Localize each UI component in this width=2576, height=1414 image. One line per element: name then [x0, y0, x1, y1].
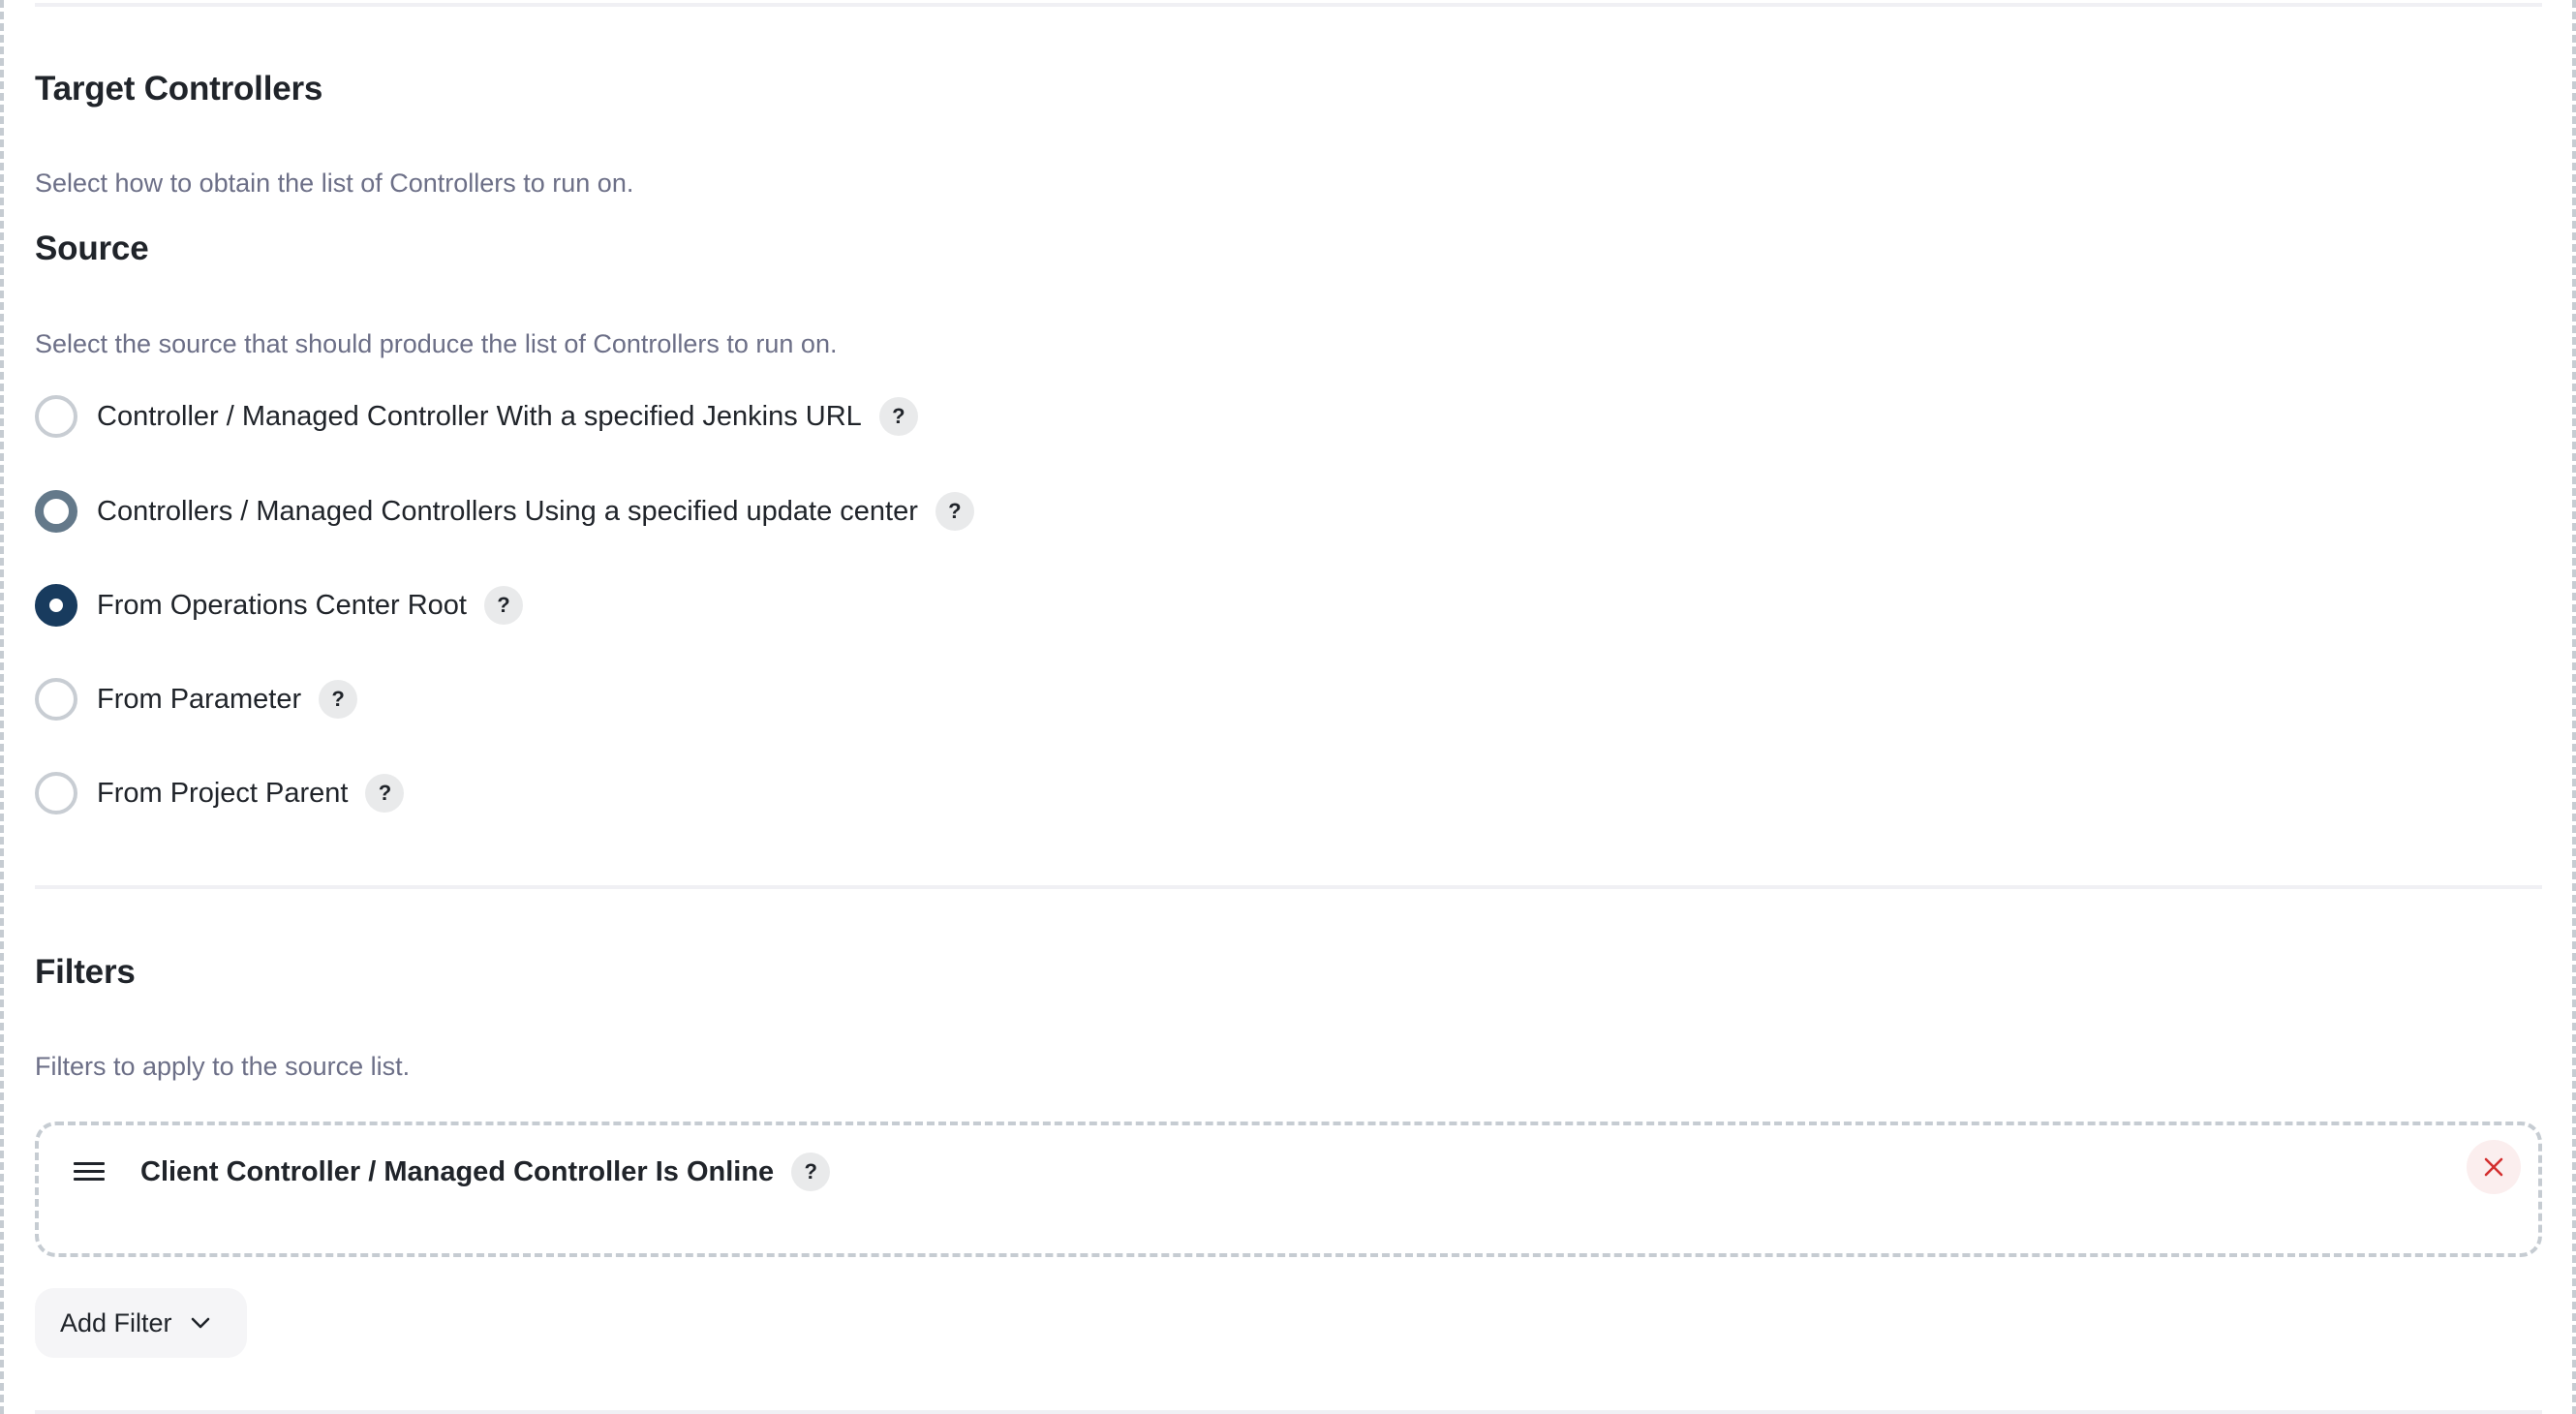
radio-button[interactable] [35, 395, 77, 438]
add-filter-label: Add Filter [60, 1307, 172, 1337]
section-divider-top [35, 3, 2542, 7]
section-divider [35, 885, 2542, 889]
source-description: Select the source that should produce th… [35, 329, 838, 358]
help-icon[interactable]: ? [791, 1153, 831, 1191]
filter-title-row: Client Controller / Managed Controller I… [140, 1151, 831, 1193]
source-option-project-parent[interactable]: From Project Parent ? [35, 772, 405, 815]
radio-button-checked[interactable] [35, 584, 77, 627]
radio-label: Controller / Managed Controller With a s… [97, 400, 862, 432]
help-icon[interactable]: ? [365, 774, 405, 813]
section-divider-bottom [35, 1410, 2542, 1414]
filter-item: Client Controller / Managed Controller I… [35, 1122, 2542, 1257]
page-dashed-border-right [2572, 0, 2576, 1414]
filter-title: Client Controller / Managed Controller I… [140, 1155, 775, 1187]
chevron-down-icon [190, 1316, 211, 1330]
page-dashed-border-left [0, 0, 4, 1414]
add-filter-button[interactable]: Add Filter [35, 1288, 247, 1358]
radio-button[interactable] [35, 678, 77, 721]
close-icon [2484, 1157, 2503, 1177]
filters-description: Filters to apply to the source list. [35, 1052, 411, 1081]
filters-heading: Filters [35, 953, 136, 991]
radio-button[interactable] [35, 490, 77, 533]
source-heading: Source [35, 230, 149, 267]
radio-button[interactable] [35, 772, 77, 815]
target-controllers-heading: Target Controllers [35, 70, 323, 108]
source-option-operations-center-root[interactable]: From Operations Center Root ? [35, 584, 523, 627]
source-option-jenkins-url[interactable]: Controller / Managed Controller With a s… [35, 395, 918, 438]
remove-filter-button[interactable] [2467, 1140, 2521, 1194]
radio-label: From Parameter [97, 683, 302, 715]
help-icon[interactable]: ? [878, 397, 918, 436]
source-option-parameter[interactable]: From Parameter ? [35, 678, 358, 721]
radio-label: Controllers / Managed Controllers Using … [97, 495, 918, 527]
radio-label: From Operations Center Root [97, 589, 467, 621]
help-icon[interactable]: ? [935, 492, 974, 531]
target-controllers-description: Select how to obtain the list of Control… [35, 169, 634, 198]
radio-label: From Project Parent [97, 777, 349, 809]
drag-handle-icon[interactable] [74, 1162, 105, 1182]
source-option-update-center[interactable]: Controllers / Managed Controllers Using … [35, 490, 974, 533]
help-icon[interactable]: ? [483, 586, 523, 625]
help-icon[interactable]: ? [319, 680, 358, 719]
